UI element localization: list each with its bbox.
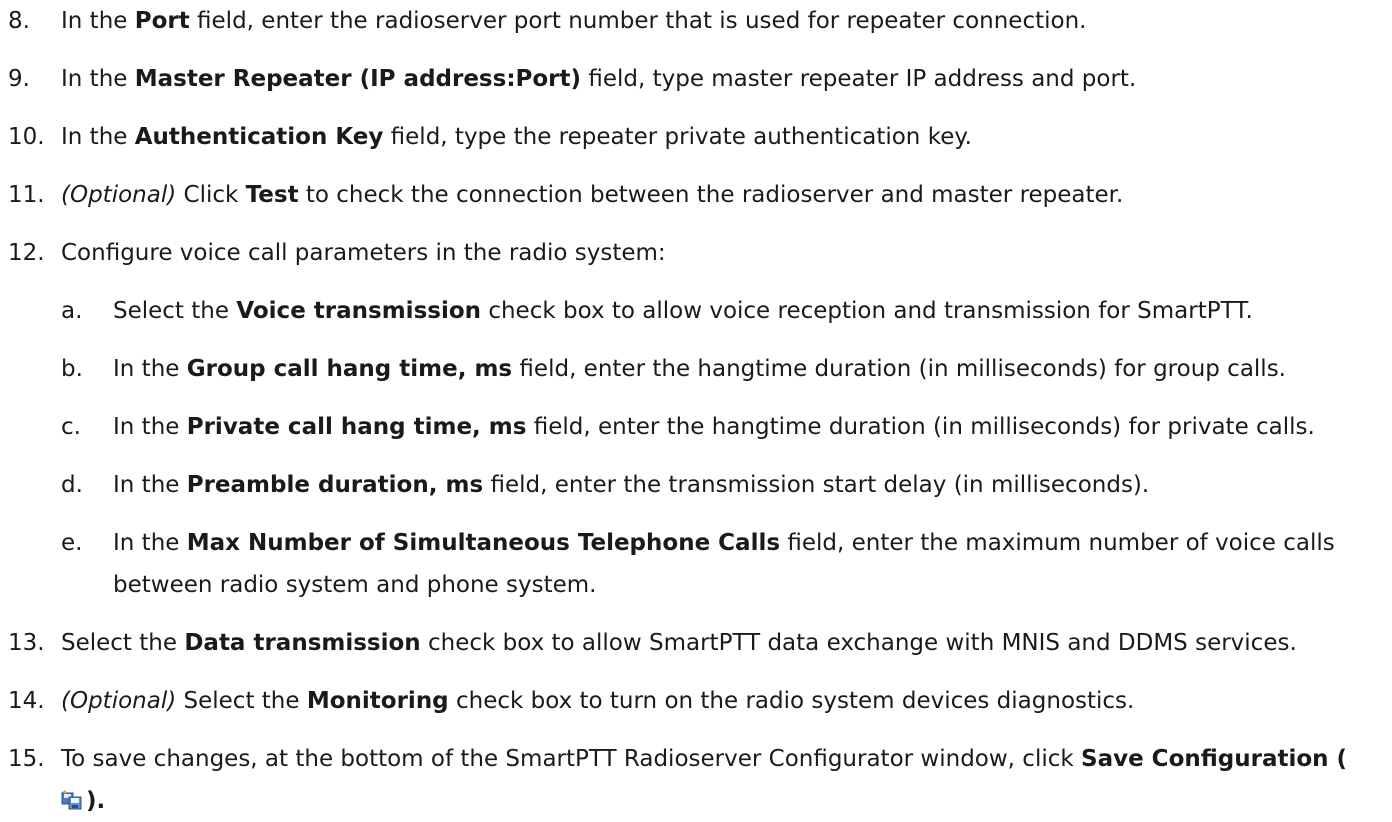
ui-term-test: Test [245,182,299,208]
step-text-prefix: In the [113,414,187,440]
ui-term-master-repeater: Master Repeater (IP address:Port) [134,66,582,92]
substep-text: In the Max Number of Simultaneous Teleph… [113,522,1378,606]
ui-term-port: Port [134,8,190,34]
optional-label: (Optional) [61,182,177,208]
step-text-prefix: In the [61,124,135,150]
step-number: 15. [8,746,45,772]
substep-text: In the Private call hang time, ms field,… [113,406,1378,448]
step-text-prefix: In the [61,8,135,34]
ui-term-max-simultaneous-calls: Max Number of Simultaneous Telephone Cal… [186,530,781,556]
step-text: In the Port field, enter the radioserver… [61,0,1378,42]
step-text-prefix: Click [176,182,246,208]
instruction-steps: 8. In the Port field, enter the radioser… [0,0,1392,814]
substep-letter: c. [61,414,81,440]
step-text-suffix: field, type master repeater IP address a… [581,66,1137,92]
step-number: 9. [8,66,30,92]
ui-term-save-configuration-close: ). [86,788,106,814]
step-text: (Optional) Click Test to check the conne… [61,174,1378,216]
ui-term-private-call-hang-time: Private call hang time, ms [186,414,527,440]
substep-letter: e. [61,530,83,556]
step-text: In the Authentication Key field, type th… [61,116,1378,158]
step-text-suffix: check box to allow SmartPTT data exchang… [420,630,1297,656]
ui-term-data-transmission: Data transmission [184,630,421,656]
step-text-prefix: In the [113,530,187,556]
step-text-prefix: Select the [61,630,185,656]
substep-letter: a. [61,298,83,324]
step-text-prefix: To save changes, at the bottom of the Sm… [61,746,1081,772]
step-text-prefix: In the [113,356,187,382]
step-number: 12. [8,240,45,266]
step-text: To save changes, at the bottom of the Sm… [61,738,1378,822]
save-configuration-icon [61,790,83,810]
optional-label: (Optional) [61,688,177,714]
step-text: In the Master Repeater (IP address:Port)… [61,58,1378,100]
step-number: 11. [8,182,45,208]
step-text-suffix: field, enter the hangtime duration (in m… [526,414,1315,440]
step-text-suffix: field, enter the hangtime duration (in m… [512,356,1286,382]
step-text-prefix: In the [61,66,135,92]
step-number: 10. [8,124,45,150]
step-text-suffix: field, enter the transmission start dela… [483,472,1150,498]
step-text-suffix: field, enter the radioserver port number… [189,8,1087,34]
ui-term-monitoring: Monitoring [306,688,449,714]
ui-term-authentication-key: Authentication Key [134,124,384,150]
step-text: Configure voice call parameters in the r… [61,240,666,266]
substep-text: Select the Voice transmission check box … [113,290,1378,332]
step-text-suffix: to check the connection between the radi… [298,182,1124,208]
ui-term-save-configuration: Save Configuration ( [1081,746,1348,772]
ui-term-voice-transmission: Voice transmission [236,298,482,324]
step-text-suffix: check box to turn on the radio system de… [448,688,1135,714]
step-number: 14. [8,688,45,714]
substep-text: In the Group call hang time, ms field, e… [113,348,1378,390]
step-number: 13. [8,630,45,656]
step-text-prefix: Select the [113,298,237,324]
step-text-suffix: field, type the repeater private authent… [383,124,972,150]
substep-letter: b. [61,356,83,382]
ui-term-preamble-duration: Preamble duration, ms [186,472,484,498]
step-text-prefix: Select the [176,688,307,714]
step-text-suffix: check box to allow voice reception and t… [481,298,1253,324]
substep-letter: d. [61,472,83,498]
step-text: (Optional) Select the Monitoring check b… [61,680,1378,722]
substep-text: In the Preamble duration, ms field, ente… [113,464,1378,506]
step-text-prefix: In the [113,472,187,498]
ui-term-group-call-hang-time: Group call hang time, ms [186,356,513,382]
step-text: Select the Data transmission check box t… [61,622,1378,664]
step-number: 8. [8,8,30,34]
